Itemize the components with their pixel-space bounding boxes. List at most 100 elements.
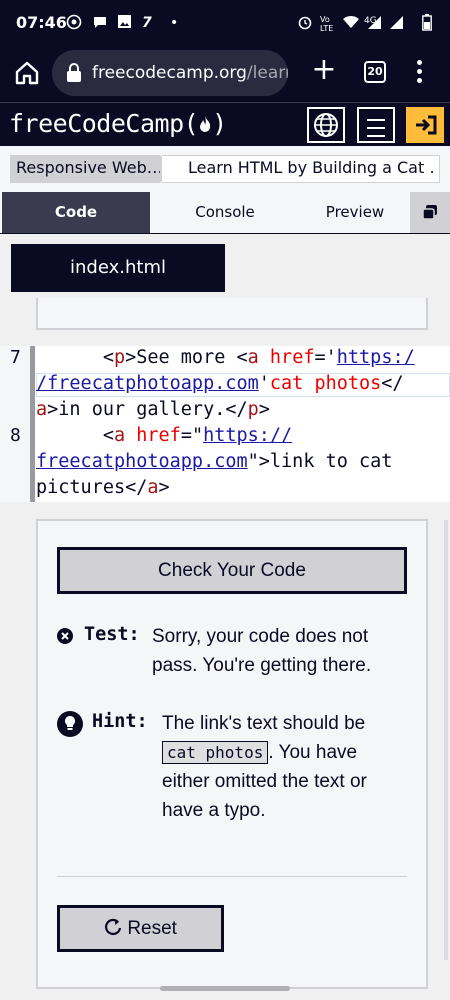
code-line: pictures</a> xyxy=(36,477,170,498)
url-path: /learn xyxy=(246,63,288,83)
fail-x-icon xyxy=(57,628,73,648)
alarm-icon xyxy=(297,14,313,35)
test-message: Sorry, your code does not pass. You're g… xyxy=(152,626,372,676)
code-token: >in our gallery.</ xyxy=(47,399,248,420)
hint-label: Hint: xyxy=(92,711,148,732)
fcc-logo[interactable]: freeCodeCamp() xyxy=(9,109,227,138)
language-button[interactable] xyxy=(307,107,345,143)
status-bar: 07:46 7 • Vo LTE 4G xyxy=(0,0,450,46)
code-token: /freecatphotoapp.com xyxy=(36,373,259,394)
code-line: /freecatphotoapp.com'cat photos</ xyxy=(36,373,404,394)
breadcrumb-challenge-label: Learn HTML by Building a Cat … xyxy=(188,158,434,177)
code-line: a>in our gallery.</p> xyxy=(36,399,270,420)
hamburger-icon xyxy=(359,119,393,137)
code-line: <a href="https:// xyxy=(36,425,292,446)
url-host: freecodecamp.org xyxy=(92,63,247,83)
globe-icon xyxy=(309,113,343,145)
url-text: freecodecamp.org/learn xyxy=(92,63,288,83)
instructions-pane-edge xyxy=(0,298,450,346)
code-token: a xyxy=(113,425,126,446)
code-token: =' xyxy=(314,347,337,368)
divider xyxy=(57,876,407,877)
code-token: https:// xyxy=(203,425,293,446)
gallery-icon xyxy=(117,14,132,34)
signal-icon xyxy=(388,14,404,35)
toggle-pane-button[interactable] xyxy=(410,192,450,233)
line-number: 7 xyxy=(10,347,21,368)
hint-code: cat photos xyxy=(162,741,269,764)
reset-button[interactable]: Reset xyxy=(57,905,224,952)
collapsed-description xyxy=(36,298,428,330)
tab-switcher-button[interactable]: 20 xyxy=(364,61,386,83)
browser-toolbar: freecodecamp.org/learn + 20 xyxy=(0,46,450,102)
code-token: href xyxy=(125,425,181,446)
logo-end: ) xyxy=(212,109,227,138)
breadcrumb-superblock[interactable]: Responsive Web… xyxy=(10,155,176,183)
code-token: href xyxy=(258,347,315,368)
copy-windows-icon xyxy=(421,205,439,225)
gesture-bar[interactable] xyxy=(160,986,290,991)
test-label: Test: xyxy=(84,624,140,645)
chat-bubble-icon xyxy=(92,14,108,35)
new-tab-button[interactable]: + xyxy=(310,55,338,85)
code-token: ' xyxy=(258,373,270,394)
file-tab-index-html[interactable]: index.html xyxy=(11,244,225,292)
lock-icon xyxy=(66,63,82,87)
reset-icon xyxy=(104,918,127,939)
hint-message: The link's text should be cat photos. Yo… xyxy=(162,709,402,825)
line-gutter xyxy=(0,346,30,502)
status-time: 07:46 xyxy=(16,13,67,32)
whatsapp-icon xyxy=(66,14,82,35)
code-token: a xyxy=(247,347,259,368)
line-number: 8 xyxy=(10,425,21,446)
code-token: ">link to cat xyxy=(247,451,393,472)
tab-code[interactable]: Code xyxy=(2,192,150,233)
gutter-highlight xyxy=(30,346,35,502)
code-token: < xyxy=(36,425,114,446)
sign-in-button[interactable] xyxy=(406,107,444,143)
home-icon[interactable] xyxy=(12,58,42,88)
code-token: a xyxy=(36,399,48,420)
browser-menu-icon[interactable] xyxy=(410,56,428,86)
sign-in-icon xyxy=(408,115,442,145)
code-token: p xyxy=(247,399,259,420)
code-token: p xyxy=(113,347,126,368)
code-token: >See more < xyxy=(125,347,248,368)
flame-icon xyxy=(198,109,212,138)
fcc-navbar: freeCodeCamp() xyxy=(0,102,450,146)
code-token: =" xyxy=(180,425,204,446)
reset-label: Reset xyxy=(127,918,177,939)
breadcrumb: Responsive Web… Learn HTML by Building a… xyxy=(0,146,450,192)
code-editor[interactable]: 7 8 <p>See more <a href='https://freecat… xyxy=(0,346,450,502)
code-token: > xyxy=(258,399,270,420)
menu-button[interactable] xyxy=(357,107,395,143)
tab-preview[interactable]: Preview xyxy=(300,192,410,233)
breadcrumb-challenge[interactable]: Learn HTML by Building a Cat … xyxy=(162,155,440,183)
code-token: </ xyxy=(381,373,404,394)
battery-icon xyxy=(422,14,432,36)
editor-file-tabs: index.html xyxy=(0,234,450,302)
lightbulb-icon xyxy=(57,711,83,741)
4g-signal-icon xyxy=(366,14,382,35)
code-line: freecatphotoapp.com">link to cat xyxy=(36,451,392,472)
breadcrumb-superblock-label: Responsive Web… xyxy=(16,158,160,177)
check-your-code-button[interactable]: Check Your Code xyxy=(57,547,407,594)
code-token: cat photos xyxy=(269,373,382,394)
code-token: freecatphotoapp.com xyxy=(36,451,248,472)
wifi-icon xyxy=(342,14,360,35)
code-token: https:/ xyxy=(336,347,415,368)
code-token: < xyxy=(36,347,114,368)
hint-text-prefix: The link's text should be xyxy=(162,713,366,734)
tab-console[interactable]: Console xyxy=(150,192,300,233)
editor-tabs: Code Console Preview xyxy=(0,192,450,234)
volte-icon: Vo LTE xyxy=(320,15,334,33)
url-bar[interactable]: freecodecamp.org/learn xyxy=(52,50,288,96)
logo-main: freeCodeCamp( xyxy=(9,109,199,138)
code-token: > xyxy=(158,477,170,498)
code-line: <p>See more <a href='https:/ xyxy=(36,347,415,368)
text-app-icon: 7 xyxy=(142,15,152,31)
code-token: pictures</ xyxy=(36,477,148,498)
dot-icon: • xyxy=(170,15,179,31)
panel-scrollbar[interactable] xyxy=(444,520,448,960)
code-token: a xyxy=(147,477,159,498)
